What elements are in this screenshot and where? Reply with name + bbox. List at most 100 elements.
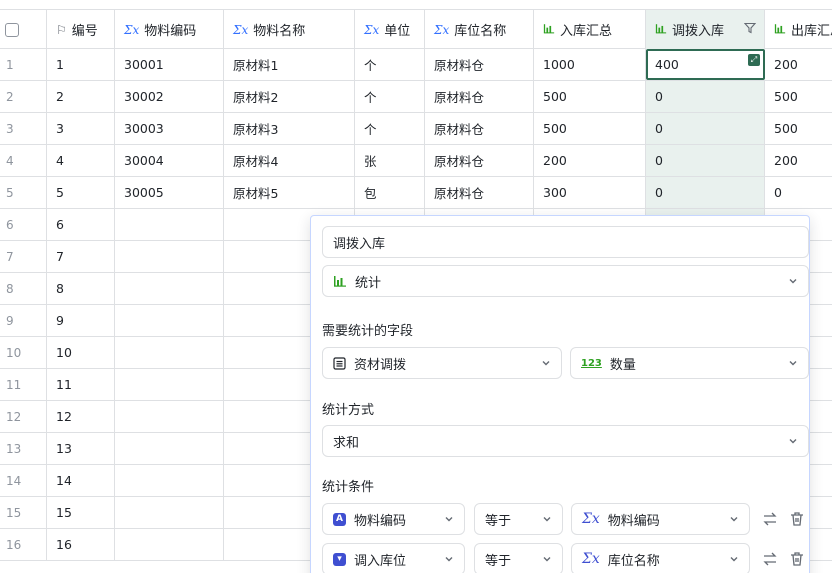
cell-material-code[interactable] [115, 433, 224, 464]
source-table-select[interactable]: 资材调拨 [322, 347, 562, 379]
column-header-id[interactable]: ⚐ 编号 [47, 10, 115, 49]
delete-icon[interactable] [789, 551, 805, 567]
column-header-label: 入库汇总 [560, 24, 613, 39]
cell-transfer-inbound[interactable]: 0 [646, 145, 765, 176]
column-header-unit[interactable]: Σx 单位 [355, 10, 425, 49]
cell-unit[interactable]: 个 [355, 81, 425, 112]
cell-material-name[interactable]: 原材料1 [224, 49, 355, 80]
method-select[interactable]: 求和 [322, 425, 809, 457]
field-type-select[interactable]: 统计 [322, 265, 809, 297]
condition-2-left-select[interactable]: ▾ 调入库位 [322, 543, 465, 573]
cell-location-name[interactable]: 原材料仓 [425, 49, 534, 80]
cell-inbound-total[interactable]: 1000 [534, 49, 646, 80]
column-header-material-name[interactable]: Σx 物料名称 [224, 10, 355, 49]
cell-id[interactable]: 10 [47, 337, 115, 368]
cell-material-code[interactable] [115, 369, 224, 400]
condition-2-right-select[interactable]: Σx 库位名称 [571, 543, 750, 573]
swap-icon[interactable] [762, 551, 778, 567]
cell-transfer-inbound[interactable]: 0 [646, 81, 765, 112]
cell-material-code[interactable] [115, 209, 224, 240]
single-select-icon: ▾ [333, 552, 346, 566]
table-row[interactable]: 2 2 30002 原材料2 个原材料仓 500 0 500 [0, 81, 832, 113]
cell-id[interactable]: 15 [47, 497, 115, 528]
cell-location-name[interactable]: 原材料仓 [425, 177, 534, 208]
cell-id[interactable]: 1 [47, 49, 115, 80]
row-number: 10 [0, 337, 47, 368]
cell-id[interactable]: 2 [47, 81, 115, 112]
table-row[interactable]: 1 1 30001 原材料1 个原材料仓 1000 400 ⤢ 200 [0, 49, 832, 81]
delete-icon[interactable] [789, 511, 805, 527]
cell-unit[interactable]: 包 [355, 177, 425, 208]
table-row[interactable]: 3 3 30003 原材料3 个原材料仓 500 0 500 [0, 113, 832, 145]
row-number: 1 [0, 49, 47, 80]
swap-icon[interactable] [762, 511, 778, 527]
cell-id[interactable]: 12 [47, 401, 115, 432]
cell-outbound-total[interactable]: 200 [765, 145, 832, 176]
condition-2-operator-select[interactable]: 等于 [474, 543, 563, 573]
condition-1-right-select[interactable]: Σx 物料编码 [571, 503, 750, 535]
cell-transfer-inbound[interactable]: 400 ⤢ [646, 49, 765, 80]
cell-id[interactable]: 3 [47, 113, 115, 144]
cell-inbound-total[interactable]: 200 [534, 145, 646, 176]
text-type-icon: A [333, 512, 346, 526]
column-header-location-name[interactable]: Σx 库位名称 [425, 10, 534, 49]
cell-location-name[interactable]: 原材料仓 [425, 113, 534, 144]
cell-material-name[interactable]: 原材料3 [224, 113, 355, 144]
cell-material-code[interactable] [115, 241, 224, 272]
cell-location-name[interactable]: 原材料仓 [425, 81, 534, 112]
column-header-inbound-total[interactable]: 入库汇总 [534, 10, 646, 49]
cell-inbound-total[interactable]: 500 [534, 81, 646, 112]
expand-icon[interactable]: ⤢ [748, 54, 760, 66]
cell-inbound-total[interactable]: 500 [534, 113, 646, 144]
cell-material-code[interactable]: 30005 [115, 177, 224, 208]
condition-1-left-select[interactable]: A 物料编码 [322, 503, 465, 535]
condition-1-operator-select[interactable]: 等于 [474, 503, 563, 535]
cell-material-code[interactable] [115, 497, 224, 528]
cell-transfer-inbound[interactable]: 0 [646, 113, 765, 144]
filter-icon[interactable] [744, 22, 756, 34]
cell-material-code[interactable] [115, 465, 224, 496]
cell-id[interactable]: 8 [47, 273, 115, 304]
column-header-label: 物料名称 [253, 24, 306, 39]
column-header-outbound-total[interactable]: 出库汇总 [765, 10, 832, 49]
column-header-checkbox[interactable] [0, 10, 47, 49]
cell-material-code[interactable]: 30004 [115, 145, 224, 176]
cell-material-name[interactable]: 原材料4 [224, 145, 355, 176]
cell-id[interactable]: 9 [47, 305, 115, 336]
cell-outbound-total[interactable]: 0 [765, 177, 832, 208]
select-all-checkbox[interactable] [5, 22, 19, 37]
cell-material-code[interactable] [115, 273, 224, 304]
cell-material-name[interactable]: 原材料2 [224, 81, 355, 112]
field-name-input[interactable]: 调拨入库 [322, 226, 809, 258]
cell-unit[interactable]: 个 [355, 49, 425, 80]
cell-id[interactable]: 4 [47, 145, 115, 176]
cell-outbound-total[interactable]: 200 [765, 49, 832, 80]
cell-material-code[interactable]: 30002 [115, 81, 224, 112]
column-header-material-code[interactable]: Σx 物料编码 [115, 10, 224, 49]
table-row[interactable]: 5 5 30005 原材料5 包原材料仓 300 0 0 [0, 177, 832, 209]
cell-id[interactable]: 16 [47, 529, 115, 560]
column-header-transfer-inbound[interactable]: 调拨入库 [646, 10, 765, 49]
cell-id[interactable]: 14 [47, 465, 115, 496]
cell-unit[interactable]: 个 [355, 113, 425, 144]
cell-material-name[interactable]: 原材料5 [224, 177, 355, 208]
cell-material-code[interactable] [115, 529, 224, 560]
cell-id[interactable]: 6 [47, 209, 115, 240]
cell-id[interactable]: 7 [47, 241, 115, 272]
cell-id[interactable]: 11 [47, 369, 115, 400]
cell-material-code[interactable] [115, 305, 224, 336]
cell-transfer-inbound[interactable]: 0 [646, 177, 765, 208]
table-row[interactable]: 4 4 30004 原材料4 张原材料仓 200 0 200 [0, 145, 832, 177]
cell-material-code[interactable] [115, 337, 224, 368]
cell-outbound-total[interactable]: 500 [765, 113, 832, 144]
cell-location-name[interactable]: 原材料仓 [425, 145, 534, 176]
cell-material-code[interactable]: 30003 [115, 113, 224, 144]
source-field-select[interactable]: 123 数量 [570, 347, 809, 379]
cell-id[interactable]: 13 [47, 433, 115, 464]
cell-material-code[interactable]: 30001 [115, 49, 224, 80]
cell-outbound-total[interactable]: 500 [765, 81, 832, 112]
cell-material-code[interactable] [115, 401, 224, 432]
cell-unit[interactable]: 张 [355, 145, 425, 176]
cell-inbound-total[interactable]: 300 [534, 177, 646, 208]
cell-id[interactable]: 5 [47, 177, 115, 208]
